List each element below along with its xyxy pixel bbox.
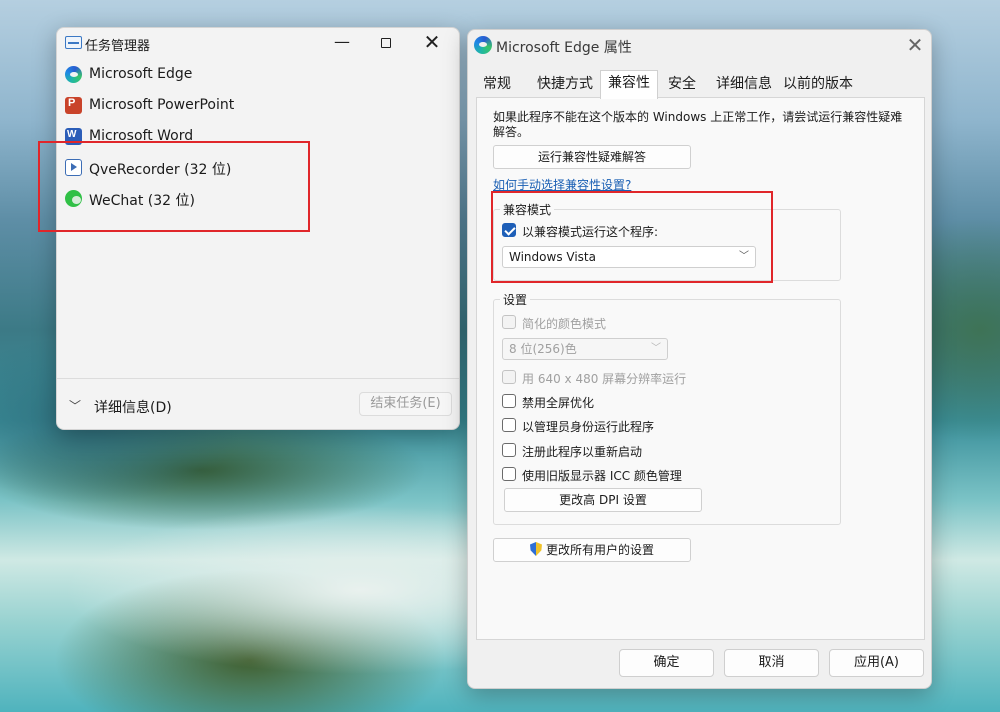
apply-button[interactable]: 应用(A) xyxy=(829,649,924,677)
app-item-label: Microsoft PowerPoint xyxy=(89,97,235,113)
compatibility-panel: 如果此程序不能在这个版本的 Windows 上正常工作，请尝试运行兼容性疑难解答… xyxy=(476,97,925,640)
tab-previous-versions[interactable]: 以前的版本 xyxy=(782,72,854,98)
checkbox-icon xyxy=(502,443,516,457)
checkbox-label: 禁用全屏优化 xyxy=(522,396,595,410)
app-item-powerpoint[interactable]: Microsoft PowerPoint xyxy=(57,90,459,121)
group-title: 设置 xyxy=(500,291,531,308)
annotation-highlight-compat xyxy=(491,191,773,283)
checkbox-icon xyxy=(502,394,516,408)
change-all-users-label: 更改所有用户的设置 xyxy=(545,543,654,557)
checkbox-label: 用 640 x 480 屏幕分辨率运行 xyxy=(522,372,687,386)
checkbox-label: 简化的颜色模式 xyxy=(522,317,607,331)
tab-compatibility[interactable]: 兼容性 xyxy=(600,70,658,99)
maximize-icon xyxy=(381,37,391,48)
checkbox-icon xyxy=(502,467,516,481)
edge-icon xyxy=(474,36,492,54)
checkbox-label: 注册此程序以重新启动 xyxy=(522,445,643,459)
more-details-button[interactable]: 详细信息(D) xyxy=(94,397,172,417)
app-item-edge[interactable]: Microsoft Edge xyxy=(57,59,459,90)
color-depth-select[interactable]: 8 位(256)色 ﹀ xyxy=(502,338,668,360)
checkbox-icon xyxy=(502,418,516,432)
compatibility-description: 如果此程序不能在这个版本的 Windows 上正常工作，请尝试运行兼容性疑难解答… xyxy=(493,110,903,139)
task-manager-title: 任务管理器 xyxy=(85,39,151,54)
checkbox-label: 使用旧版显示器 ICC 颜色管理 xyxy=(522,469,682,483)
tab-details[interactable]: 详细信息 xyxy=(714,72,774,98)
uac-shield-icon xyxy=(529,542,542,556)
tab-general[interactable]: 常规 xyxy=(476,72,518,98)
properties-dialog: Microsoft Edge 属性 ✕ 常规 快捷方式 兼容性 安全 详细信息 … xyxy=(467,29,932,689)
dialog-title: Microsoft Edge 属性 xyxy=(496,40,632,56)
tab-shortcut[interactable]: 快捷方式 xyxy=(530,72,600,98)
edge-icon xyxy=(65,66,82,83)
dialog-close-button[interactable]: ✕ xyxy=(900,32,930,58)
chevron-down-icon[interactable]: ﹀ xyxy=(69,397,81,414)
checkbox-icon xyxy=(502,370,516,384)
annotation-highlight-apps xyxy=(38,141,310,232)
footer-divider xyxy=(57,378,459,379)
chevron-down-icon: ﹀ xyxy=(651,343,661,354)
change-dpi-button[interactable]: 更改高 DPI 设置 xyxy=(504,488,702,512)
tab-security[interactable]: 安全 xyxy=(662,72,702,98)
change-all-users-button[interactable]: 更改所有用户的设置 xyxy=(493,538,691,562)
close-button[interactable]: ✕ xyxy=(409,28,455,58)
end-task-button[interactable]: 结束任务(E) xyxy=(359,392,452,416)
settings-group: 设置 简化的颜色模式 8 位(256)色 ﹀ 用 640 x 480 屏幕分辨率… xyxy=(493,291,841,525)
powerpoint-icon xyxy=(65,97,82,114)
run-troubleshooter-button[interactable]: 运行兼容性疑难解答 xyxy=(493,145,691,169)
checkbox-icon xyxy=(502,315,516,329)
cancel-button[interactable]: 取消 xyxy=(724,649,819,677)
task-manager-titlebar[interactable]: 任务管理器 — ✕ xyxy=(57,28,459,58)
task-manager-icon xyxy=(65,36,82,49)
minimize-button[interactable]: — xyxy=(319,28,365,58)
color-depth-value: 8 位(256)色 xyxy=(509,342,577,356)
ok-button[interactable]: 确定 xyxy=(619,649,714,677)
checkbox-label: 以管理员身份运行此程序 xyxy=(522,420,655,434)
maximize-button[interactable] xyxy=(363,28,409,58)
app-item-label: Microsoft Edge xyxy=(89,66,193,82)
